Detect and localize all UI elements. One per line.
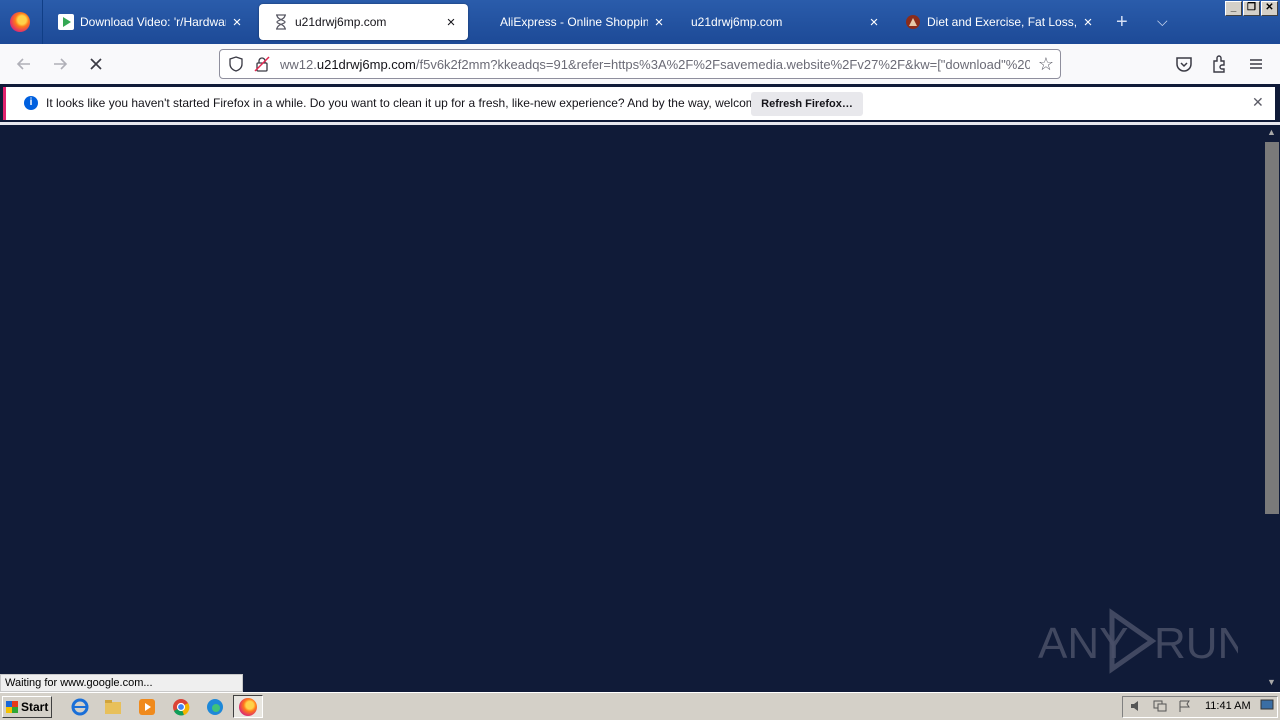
- tab-u21drwj6mp-active[interactable]: u21drwj6mp.com ×: [259, 4, 468, 40]
- url-bar[interactable]: ww12.u21drwj6mp.com/f5v6k2f2mm?kkeadqs=9…: [219, 49, 1061, 79]
- internet-explorer-icon[interactable]: [71, 698, 89, 716]
- helmet-icon: [906, 15, 920, 29]
- back-arrow-icon[interactable]: [14, 54, 34, 74]
- tab-diet-exercise[interactable]: Diet and Exercise, Fat Loss, Nutr ×: [891, 4, 1105, 40]
- media-player-icon[interactable]: [138, 698, 156, 716]
- taskbar-clock[interactable]: 11:41 AM: [1205, 700, 1251, 712]
- stop-loading-icon[interactable]: [86, 54, 106, 74]
- close-notification-icon[interactable]: ✕: [1252, 94, 1264, 111]
- volume-icon[interactable]: [1130, 700, 1144, 712]
- close-tab-icon[interactable]: ×: [648, 14, 670, 31]
- status-text: Waiting for www.google.com...: [0, 674, 243, 692]
- close-tab-icon[interactable]: ×: [440, 14, 462, 31]
- tab-title: AliExpress - Online Shopping für: [500, 15, 648, 29]
- list-all-tabs-button[interactable]: ⌵: [1157, 13, 1168, 30]
- url-text[interactable]: ww12.u21drwj6mp.com/f5v6k2f2mm?kkeadqs=9…: [280, 57, 1030, 72]
- new-tab-button[interactable]: +: [1116, 12, 1128, 32]
- close-tab-icon[interactable]: ×: [226, 14, 248, 31]
- insecure-lock-icon[interactable]: [254, 56, 270, 72]
- hamburger-menu-icon[interactable]: [1246, 54, 1266, 74]
- tab-title: Download Video: 'r/Hardwaregore: [80, 15, 226, 29]
- close-tab-icon[interactable]: ×: [863, 14, 885, 31]
- chrome-icon[interactable]: [172, 698, 190, 716]
- edge-icon[interactable]: [206, 698, 224, 716]
- video-play-icon: [58, 14, 74, 30]
- pocket-icon[interactable]: [1174, 54, 1194, 74]
- url-host: u21drwj6mp.com: [316, 57, 416, 72]
- tab-strip: Download Video: 'r/Hardwaregore × u21drw…: [0, 0, 1280, 44]
- tab-separator: [42, 0, 43, 44]
- url-prefix: ww12.: [280, 57, 317, 72]
- scroll-up-arrow-icon[interactable]: ▲: [1267, 127, 1276, 137]
- svg-text:ANY: ANY: [1038, 619, 1128, 668]
- restore-button[interactable]: ❐: [1243, 1, 1260, 16]
- url-path: /f5v6k2f2mm?kkeadqs=91&refer=https%3A%2F…: [415, 57, 1030, 72]
- vertical-scrollbar[interactable]: ▲ ▼: [1264, 125, 1280, 691]
- close-tab-icon[interactable]: ×: [1077, 14, 1099, 31]
- start-button[interactable]: Start: [2, 696, 52, 718]
- tab-title: u21drwj6mp.com: [691, 15, 783, 29]
- svg-text:RUN: RUN: [1154, 619, 1238, 668]
- system-tray: [1122, 696, 1278, 718]
- notification-message: It looks like you haven't started Firefo…: [46, 96, 795, 110]
- tab-title: Diet and Exercise, Fat Loss, Nutr: [927, 15, 1077, 29]
- firefox-taskbar-button[interactable]: [233, 695, 263, 718]
- scrollbar-thumb[interactable]: [1265, 142, 1279, 514]
- tab-title: u21drwj6mp.com: [295, 15, 387, 29]
- hourglass-icon: [276, 14, 286, 30]
- windows-flag-icon: [6, 701, 18, 713]
- anyrun-watermark-logo: ANY RUN: [1038, 608, 1238, 674]
- close-window-button[interactable]: ✕: [1261, 1, 1278, 16]
- network-icon[interactable]: [1153, 700, 1167, 712]
- window-controls: _ ❐ ✕: [1225, 1, 1278, 16]
- bookmark-star-icon[interactable]: ☆: [1038, 54, 1054, 75]
- action-center-flag-icon[interactable]: [1178, 700, 1192, 712]
- start-label: Start: [21, 700, 49, 714]
- tab-aliexpress[interactable]: AliExpress - Online Shopping für ×: [486, 4, 676, 40]
- refresh-firefox-button[interactable]: Refresh Firefox…: [751, 92, 863, 116]
- refresh-firefox-notification: i It looks like you haven't started Fire…: [3, 87, 1275, 120]
- tab-u21drwj6mp[interactable]: u21drwj6mp.com ×: [677, 4, 891, 40]
- tracking-shield-icon[interactable]: [228, 56, 244, 72]
- show-desktop-icon[interactable]: [1260, 699, 1274, 711]
- tab-download-video[interactable]: Download Video: 'r/Hardwaregore ×: [44, 4, 254, 40]
- extensions-icon[interactable]: [1210, 54, 1230, 74]
- firefox-icon: [239, 698, 257, 716]
- forward-arrow-icon[interactable]: [50, 54, 70, 74]
- navigation-toolbar: ww12.u21drwj6mp.com/f5v6k2f2mm?kkeadqs=9…: [0, 44, 1280, 84]
- scroll-down-arrow-icon[interactable]: ▼: [1267, 677, 1276, 687]
- file-explorer-icon[interactable]: [104, 698, 122, 716]
- minimize-button[interactable]: _: [1225, 1, 1242, 16]
- info-icon: i: [24, 96, 38, 110]
- firefox-icon[interactable]: [10, 12, 30, 32]
- windows-taskbar: Start 11:41 AM: [0, 692, 1280, 720]
